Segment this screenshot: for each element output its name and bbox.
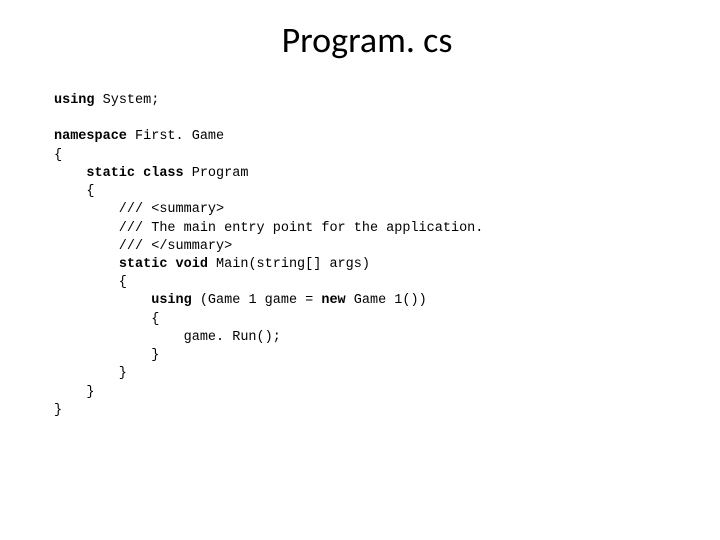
code-text: (Game 1 game = — [192, 293, 322, 308]
indent — [54, 166, 86, 181]
kw-new: new — [321, 293, 345, 308]
comment: /// </summary> — [54, 239, 232, 254]
brace: } — [54, 366, 127, 381]
slide-title: Program. cs — [54, 18, 680, 62]
code-text: Main(string[] args) — [208, 257, 370, 272]
brace: } — [54, 385, 95, 400]
code-text: System; — [95, 93, 160, 108]
code-text: game. Run(); — [54, 330, 281, 345]
indent — [54, 257, 119, 272]
kw-static-void: static void — [119, 257, 208, 272]
kw-static-class: static class — [86, 166, 183, 181]
brace: { — [54, 275, 127, 290]
indent — [54, 293, 151, 308]
comment: /// The main entry point for the applica… — [54, 221, 483, 236]
brace: { — [54, 312, 159, 327]
code-text: Game 1()) — [346, 293, 427, 308]
kw-using: using — [54, 93, 95, 108]
kw-using-stmt: using — [151, 293, 192, 308]
comment: /// <summary> — [54, 202, 224, 217]
slide: Program. cs using System; namespace Firs… — [0, 0, 720, 540]
code-text: First. Game — [127, 129, 224, 144]
brace: } — [54, 403, 62, 418]
brace: { — [54, 148, 62, 163]
brace: { — [54, 184, 95, 199]
kw-namespace: namespace — [54, 129, 127, 144]
code-block: using System; namespace First. Game { st… — [54, 92, 680, 420]
brace: } — [54, 348, 159, 363]
code-text: Program — [184, 166, 249, 181]
